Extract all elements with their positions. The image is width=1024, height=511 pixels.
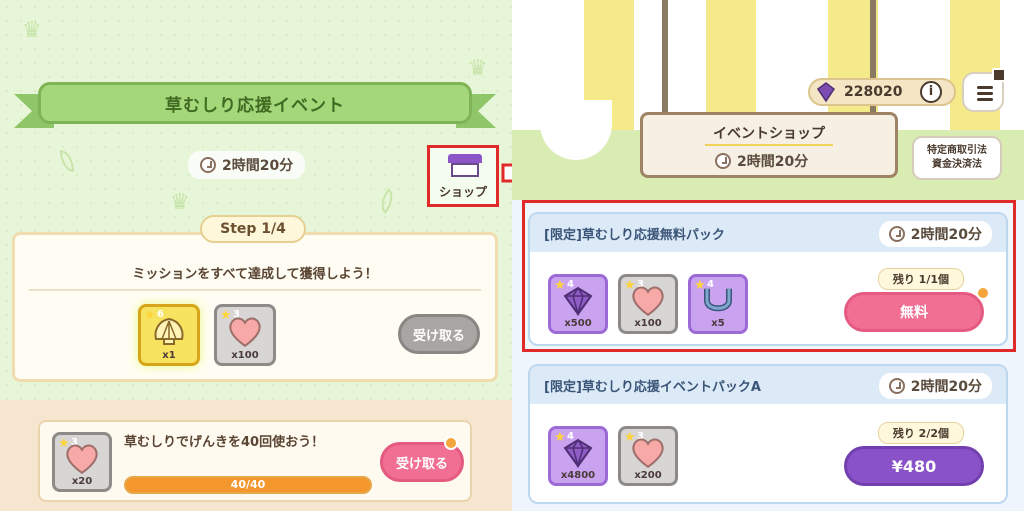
item-qty: x4800 (560, 470, 596, 481)
pack-item-gem: ★ 4 x4800 (548, 426, 608, 486)
clock-icon (715, 153, 731, 169)
heart-icon (632, 438, 664, 469)
shop-button-label: ショップ (438, 185, 487, 199)
legal-info-button[interactable]: 特定商取引法 資金決済法 (912, 136, 1002, 180)
crown-decoration-icon: ♛ (170, 190, 190, 215)
reward-item-heart[interactable]: ★ 3 x100 (214, 304, 276, 366)
pack-timer: 2時間20分 (878, 373, 992, 399)
event-timer: 2時間20分 (188, 151, 306, 179)
menu-button[interactable] (962, 68, 1006, 112)
shop-pack-a: [限定]草むしり応援イベントパックA 2時間20分 ★ 4 x4800 ★ 3 … (528, 364, 1008, 504)
leaf-decoration-icon (374, 188, 400, 214)
highlight-box (522, 200, 1016, 352)
heart-icon (66, 444, 98, 475)
event-timer-text: 2時間20分 (222, 158, 294, 174)
heart-icon (229, 317, 261, 348)
event-title: 草むしり応援イベント (38, 82, 472, 124)
info-icon[interactable]: i (920, 81, 942, 103)
shop-title: イベントショップ (713, 126, 825, 142)
pack-title: [限定]草むしり応援イベントパックA (544, 380, 761, 395)
progress-text: 40/40 (230, 478, 266, 491)
shop-signboard: イベントショップ 2時間20分 (640, 112, 898, 178)
pack-timer-text: 2時間20分 (910, 379, 982, 395)
shop-icon (448, 154, 482, 178)
event-title-ribbon: 草むしり応援イベント (14, 82, 496, 128)
pack-remaining: 残り 2/2個 (877, 422, 964, 444)
clock-icon (200, 157, 216, 173)
pack-item-heart: ★ 3 x200 (618, 426, 678, 486)
shop-timer: 2時間20分 (715, 151, 808, 171)
gem-count: 228020 (844, 84, 903, 100)
receive-button-disabled[interactable]: 受け取る (398, 314, 480, 354)
leaf-decoration-icon (60, 150, 74, 172)
crown-decoration-icon: ♛ (468, 56, 488, 81)
shop-button[interactable]: ショップ (427, 145, 499, 207)
quest-progress-bar: 40/40 (124, 476, 372, 494)
step-indicator: Step 1/4 (200, 215, 306, 243)
buy-pack-a-button[interactable]: ¥480 (844, 446, 984, 486)
reward-qty: x100 (231, 350, 259, 361)
gem-icon (816, 82, 836, 103)
quest-card: ★ 3 x20 草むしりでげんきを40回使おう！ 40/40 受け取る (38, 420, 472, 502)
divider (29, 289, 481, 291)
shop-timer-text: 2時間20分 (737, 154, 809, 170)
clock-icon (888, 378, 905, 394)
sign-rope (662, 0, 668, 118)
notification-dot (992, 68, 1006, 82)
shell-icon (154, 317, 184, 345)
event-mission-screen: ♛ ♛ ♛ 草むしり応援イベント 2時間20分 ショップ ミッションをすべて達成… (0, 0, 512, 511)
reward-qty: x1 (162, 350, 176, 361)
item-qty: x200 (634, 470, 662, 481)
notification-dot (444, 436, 458, 450)
crown-decoration-icon: ♛ (22, 18, 42, 43)
gem-icon (563, 438, 593, 468)
quest-text: 草むしりでげんきを40回使おう！ (124, 435, 325, 450)
mission-text: ミッションをすべて達成して獲得しよう！ (132, 267, 378, 282)
reward-qty: x20 (71, 476, 93, 487)
quest-reward-heart: ★ 3 x20 (52, 432, 112, 492)
reward-item-shell[interactable]: ★ 6 x1 (138, 304, 200, 366)
